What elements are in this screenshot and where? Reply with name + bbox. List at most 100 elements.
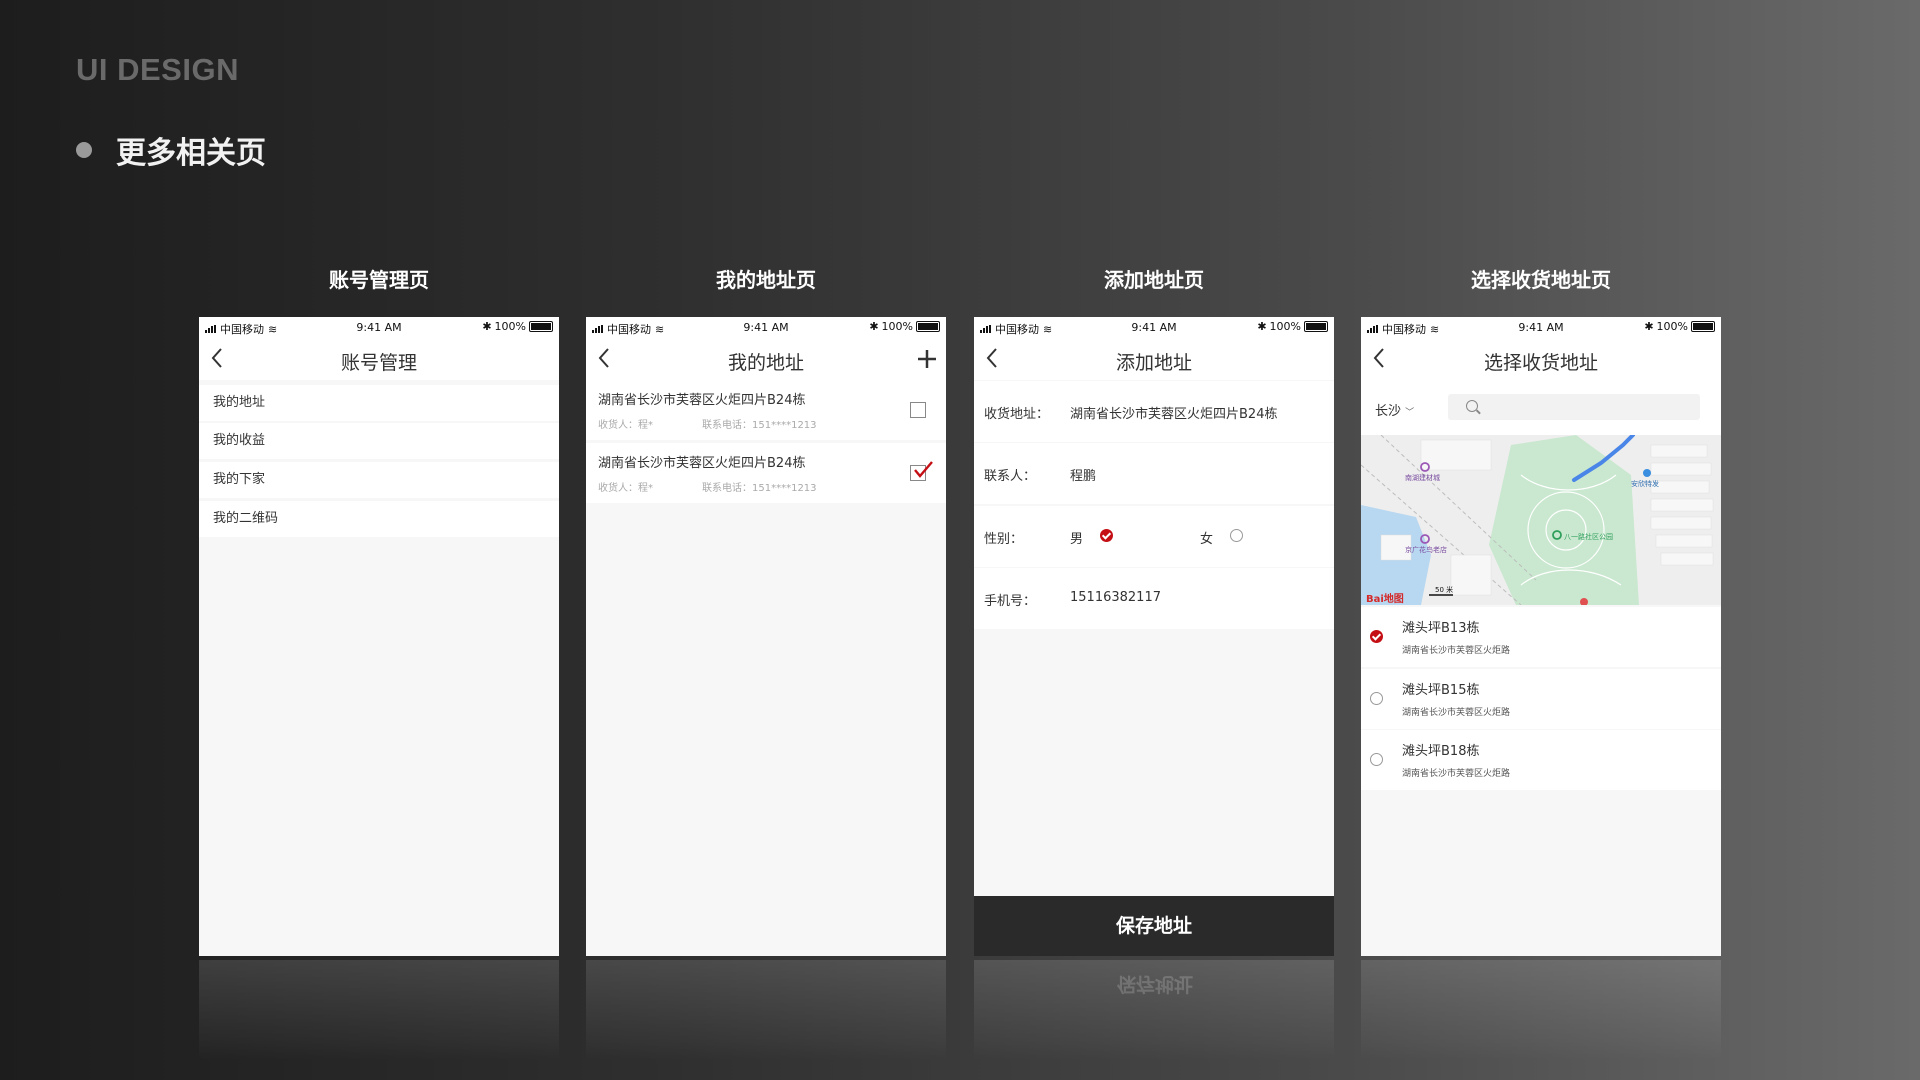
address-field[interactable]: 湖南省长沙市芙蓉区火炬四片B24栋: [1070, 403, 1277, 422]
radio-unselected[interactable]: [1370, 692, 1383, 705]
radio-unselected[interactable]: [1370, 753, 1383, 766]
address-option-sub: 湖南省长沙市芙蓉区火炬路: [1402, 646, 1511, 656]
save-button-reflection: 保存地址: [1116, 973, 1193, 995]
address-text: 湖南省长沙市芙蓉区火炬四片B24栋: [598, 456, 806, 471]
battery-icon: [529, 321, 553, 332]
address-option[interactable]: 滩头坪B13栋 湖南省长沙市芙蓉区火炬路: [1361, 607, 1721, 667]
phone-my-address-screen: 中国移动 ≋ 9:41 AM ✱ 100% 我的地址 湖南省长沙市芙蓉区火炬四片B2…: [586, 317, 946, 956]
radio-male-selected[interactable]: [1100, 529, 1113, 542]
checkmark-icon: [914, 461, 933, 478]
chevron-down-icon: ﹀: [1405, 408, 1415, 418]
city-label: 长沙: [1375, 404, 1402, 419]
receiver-text: 收货人：程*: [598, 483, 653, 494]
address-text: 湖南省长沙市芙蓉区火炬四片B24栋: [598, 393, 806, 408]
nav-bar: 添加地址: [974, 337, 1334, 380]
menu-item-label: 我的下家: [213, 472, 266, 487]
field-label: 性别：: [984, 532, 1024, 547]
status-bar: 中国移动 ≋ 9:41 AM ✱ 100%: [586, 317, 946, 337]
menu-item-my-qrcode[interactable]: 我的二维码: [199, 501, 559, 537]
map-label: 南湖建材城: [1405, 474, 1440, 482]
menu-item-label: 我的二维码: [213, 511, 279, 526]
form-row-contact[interactable]: 联系人： 程鹏: [974, 443, 1334, 504]
search-icon: [1466, 400, 1478, 412]
phone-add-address-screen: 中国移动 ≋ 9:41 AM ✱ 100% 添加地址 收货地址： 湖南省长沙市芙蓉区…: [974, 317, 1334, 956]
status-bar: 中国移动 ≋ 9:41 AM ✱ 100%: [1361, 317, 1721, 337]
map-graphic: [1361, 435, 1721, 605]
address-option[interactable]: 滩头坪B18栋 湖南省长沙市芙蓉区火炬路: [1361, 730, 1721, 790]
page-title: 我的地址: [727, 352, 804, 374]
brand-title: UI DESIGN: [76, 52, 239, 87]
phone-select-address-screen: 中国移动 ≋ 9:41 AM ✱ 100% 选择收货地址 长沙 ﹀ 南湖建材城 …: [1361, 317, 1721, 956]
phone-caption-my-address: 我的地址页: [716, 268, 816, 292]
battery-percent: 100%: [881, 320, 913, 333]
field-label: 联系人：: [984, 469, 1037, 484]
map-view[interactable]: 南湖建材城 安欣特发 八一路社区公园 京广花鸟老店 Bai地图 50 米: [1361, 435, 1721, 605]
form-row-gender: 性别： 男 女: [974, 506, 1334, 567]
phone-caption-account: 账号管理页: [329, 268, 429, 292]
radio-selected[interactable]: [1370, 630, 1383, 643]
battery-icon: [1691, 321, 1715, 332]
phone-reflection: [199, 960, 559, 1060]
phone-caption-select-address: 选择收货地址页: [1471, 268, 1611, 292]
city-selector[interactable]: 长沙 ﹀: [1375, 400, 1414, 419]
search-input[interactable]: [1448, 394, 1700, 420]
phone-reflection: [1361, 960, 1721, 1060]
form-row-address[interactable]: 收货地址： 湖南省长沙市芙蓉区火炬四片B24栋: [974, 381, 1334, 442]
phone-text: 联系电话：151****1213: [702, 420, 817, 431]
menu-item-label: 我的地址: [213, 395, 266, 410]
address-option-name: 滩头坪B18栋: [1402, 744, 1480, 759]
battery-percent: 100%: [1269, 320, 1301, 333]
phone-caption-add-address: 添加地址页: [1104, 268, 1204, 292]
address-option-name: 滩头坪B13栋: [1402, 621, 1480, 636]
status-bar: 中国移动 ≋ 9:41 AM ✱ 100%: [199, 317, 559, 337]
checkbox-unchecked[interactable]: [910, 402, 926, 418]
battery-icon: [916, 321, 940, 332]
radio-female[interactable]: [1230, 529, 1243, 542]
phone-reflection: [586, 960, 946, 1060]
address-option-sub: 湖南省长沙市芙蓉区火炬路: [1402, 769, 1511, 779]
map-label: 安欣特发: [1631, 480, 1659, 488]
map-label: 京广花鸟老店: [1405, 546, 1447, 554]
page-title: 添加地址: [1115, 352, 1192, 374]
bluetooth-icon: ✱: [1257, 320, 1267, 333]
receiver-text: 收货人：程*: [598, 420, 653, 431]
menu-item-my-downline[interactable]: 我的下家: [199, 462, 559, 498]
address-option-name: 滩头坪B15栋: [1402, 683, 1480, 698]
map-logo: Bai地图: [1366, 594, 1404, 605]
address-list-item[interactable]: 湖南省长沙市芙蓉区火炬四片B24栋 收货人：程* 联系电话：151****121…: [586, 443, 946, 503]
form-row-phone[interactable]: 手机号： 15116382117: [974, 568, 1334, 629]
battery-icon: [1304, 321, 1328, 332]
map-label: 八一路社区公园: [1564, 533, 1613, 541]
nav-bar: 选择收货地址: [1361, 337, 1721, 380]
contact-field[interactable]: 程鹏: [1070, 465, 1096, 484]
address-list-item[interactable]: 湖南省长沙市芙蓉区火炬四片B24栋 收货人：程* 联系电话：151****121…: [586, 380, 946, 440]
save-address-button[interactable]: 保存地址: [974, 896, 1334, 956]
phone-text: 联系电话：151****1213: [702, 483, 817, 494]
menu-item-my-address[interactable]: 我的地址: [199, 385, 559, 421]
gender-male-label[interactable]: 男: [1070, 528, 1083, 547]
address-option-sub: 湖南省长沙市芙蓉区火炬路: [1402, 708, 1511, 718]
bluetooth-icon: ✱: [482, 320, 492, 333]
nav-bar: 账号管理: [199, 337, 559, 380]
bluetooth-icon: ✱: [1644, 320, 1654, 333]
menu-item-label: 我的收益: [213, 433, 266, 448]
menu-item-my-earnings[interactable]: 我的收益: [199, 423, 559, 459]
map-scale-label: 50 米: [1435, 586, 1454, 594]
bluetooth-icon: ✱: [869, 320, 879, 333]
address-option[interactable]: 滩头坪B15栋 湖南省长沙市芙蓉区火炬路: [1361, 669, 1721, 729]
field-label: 收货地址：: [984, 407, 1050, 422]
plus-icon[interactable]: [916, 348, 938, 370]
phone-field[interactable]: 15116382117: [1070, 590, 1161, 605]
nav-bar: 我的地址: [586, 337, 946, 380]
page-title: 选择收货地址: [1483, 352, 1598, 374]
page-title: 账号管理: [340, 352, 417, 374]
battery-percent: 100%: [1656, 320, 1688, 333]
battery-percent: 100%: [494, 320, 526, 333]
phone-account-screen: 中国移动 ≋ 9:41 AM ✱ 100% 账号管理 我的地址 我的收益 我的下家 …: [199, 317, 559, 956]
gender-female-label[interactable]: 女: [1200, 528, 1213, 547]
status-bar: 中国移动 ≋ 9:41 AM ✱ 100%: [974, 317, 1334, 337]
field-label: 手机号：: [984, 594, 1037, 609]
section-subtitle: 更多相关页: [116, 136, 266, 171]
filter-bar: 长沙 ﹀: [1361, 380, 1721, 435]
bullet-dot: [76, 142, 92, 158]
